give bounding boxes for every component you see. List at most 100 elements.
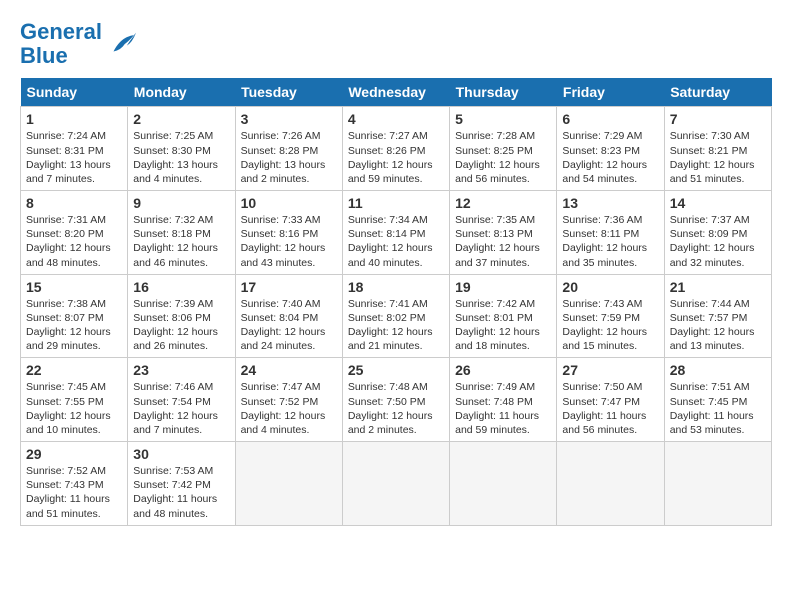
day-number: 21	[670, 279, 766, 295]
calendar-cell: 11 Sunrise: 7:34 AMSunset: 8:14 PMDaylig…	[342, 191, 449, 275]
calendar-cell: 12 Sunrise: 7:35 AMSunset: 8:13 PMDaylig…	[450, 191, 557, 275]
day-info: Sunrise: 7:52 AMSunset: 7:43 PMDaylight:…	[26, 464, 122, 521]
day-info: Sunrise: 7:27 AMSunset: 8:26 PMDaylight:…	[348, 129, 444, 186]
day-info: Sunrise: 7:24 AMSunset: 8:31 PMDaylight:…	[26, 129, 122, 186]
page-header: General Blue	[20, 20, 772, 68]
calendar-cell: 20 Sunrise: 7:43 AMSunset: 7:59 PMDaylig…	[557, 274, 664, 358]
calendar-header-row: SundayMondayTuesdayWednesdayThursdayFrid…	[21, 78, 772, 107]
calendar-cell: 8 Sunrise: 7:31 AMSunset: 8:20 PMDayligh…	[21, 191, 128, 275]
day-number: 26	[455, 362, 551, 378]
day-number: 25	[348, 362, 444, 378]
calendar-cell	[557, 442, 664, 526]
calendar-week-row: 15 Sunrise: 7:38 AMSunset: 8:07 PMDaylig…	[21, 274, 772, 358]
day-info: Sunrise: 7:33 AMSunset: 8:16 PMDaylight:…	[241, 213, 337, 270]
calendar-cell: 30 Sunrise: 7:53 AMSunset: 7:42 PMDaylig…	[128, 442, 235, 526]
calendar-cell: 23 Sunrise: 7:46 AMSunset: 7:54 PMDaylig…	[128, 358, 235, 442]
day-number: 19	[455, 279, 551, 295]
day-info: Sunrise: 7:43 AMSunset: 7:59 PMDaylight:…	[562, 297, 658, 354]
calendar-cell: 16 Sunrise: 7:39 AMSunset: 8:06 PMDaylig…	[128, 274, 235, 358]
day-info: Sunrise: 7:29 AMSunset: 8:23 PMDaylight:…	[562, 129, 658, 186]
calendar-week-row: 1 Sunrise: 7:24 AMSunset: 8:31 PMDayligh…	[21, 107, 772, 191]
day-info: Sunrise: 7:40 AMSunset: 8:04 PMDaylight:…	[241, 297, 337, 354]
calendar-cell: 24 Sunrise: 7:47 AMSunset: 7:52 PMDaylig…	[235, 358, 342, 442]
day-info: Sunrise: 7:51 AMSunset: 7:45 PMDaylight:…	[670, 380, 766, 437]
day-number: 30	[133, 446, 229, 462]
day-number: 8	[26, 195, 122, 211]
day-number: 28	[670, 362, 766, 378]
day-info: Sunrise: 7:30 AMSunset: 8:21 PMDaylight:…	[670, 129, 766, 186]
calendar-cell: 22 Sunrise: 7:45 AMSunset: 7:55 PMDaylig…	[21, 358, 128, 442]
day-info: Sunrise: 7:26 AMSunset: 8:28 PMDaylight:…	[241, 129, 337, 186]
calendar-week-row: 8 Sunrise: 7:31 AMSunset: 8:20 PMDayligh…	[21, 191, 772, 275]
day-number: 12	[455, 195, 551, 211]
calendar-week-row: 22 Sunrise: 7:45 AMSunset: 7:55 PMDaylig…	[21, 358, 772, 442]
calendar-cell: 9 Sunrise: 7:32 AMSunset: 8:18 PMDayligh…	[128, 191, 235, 275]
day-info: Sunrise: 7:44 AMSunset: 7:57 PMDaylight:…	[670, 297, 766, 354]
day-number: 6	[562, 111, 658, 127]
calendar-cell: 29 Sunrise: 7:52 AMSunset: 7:43 PMDaylig…	[21, 442, 128, 526]
day-info: Sunrise: 7:31 AMSunset: 8:20 PMDaylight:…	[26, 213, 122, 270]
calendar-cell: 7 Sunrise: 7:30 AMSunset: 8:21 PMDayligh…	[664, 107, 771, 191]
day-info: Sunrise: 7:41 AMSunset: 8:02 PMDaylight:…	[348, 297, 444, 354]
calendar-cell: 3 Sunrise: 7:26 AMSunset: 8:28 PMDayligh…	[235, 107, 342, 191]
day-number: 7	[670, 111, 766, 127]
calendar-table: SundayMondayTuesdayWednesdayThursdayFrid…	[20, 78, 772, 525]
calendar-cell	[342, 442, 449, 526]
col-header-thursday: Thursday	[450, 78, 557, 107]
day-info: Sunrise: 7:42 AMSunset: 8:01 PMDaylight:…	[455, 297, 551, 354]
day-info: Sunrise: 7:36 AMSunset: 8:11 PMDaylight:…	[562, 213, 658, 270]
calendar-cell: 21 Sunrise: 7:44 AMSunset: 7:57 PMDaylig…	[664, 274, 771, 358]
col-header-tuesday: Tuesday	[235, 78, 342, 107]
day-info: Sunrise: 7:45 AMSunset: 7:55 PMDaylight:…	[26, 380, 122, 437]
day-number: 18	[348, 279, 444, 295]
day-number: 17	[241, 279, 337, 295]
calendar-cell: 14 Sunrise: 7:37 AMSunset: 8:09 PMDaylig…	[664, 191, 771, 275]
day-number: 13	[562, 195, 658, 211]
day-info: Sunrise: 7:49 AMSunset: 7:48 PMDaylight:…	[455, 380, 551, 437]
calendar-cell	[664, 442, 771, 526]
day-number: 22	[26, 362, 122, 378]
day-info: Sunrise: 7:38 AMSunset: 8:07 PMDaylight:…	[26, 297, 122, 354]
day-number: 29	[26, 446, 122, 462]
calendar-cell: 28 Sunrise: 7:51 AMSunset: 7:45 PMDaylig…	[664, 358, 771, 442]
calendar-cell: 17 Sunrise: 7:40 AMSunset: 8:04 PMDaylig…	[235, 274, 342, 358]
calendar-cell	[450, 442, 557, 526]
calendar-cell: 26 Sunrise: 7:49 AMSunset: 7:48 PMDaylig…	[450, 358, 557, 442]
day-number: 23	[133, 362, 229, 378]
day-info: Sunrise: 7:48 AMSunset: 7:50 PMDaylight:…	[348, 380, 444, 437]
day-info: Sunrise: 7:50 AMSunset: 7:47 PMDaylight:…	[562, 380, 658, 437]
day-info: Sunrise: 7:53 AMSunset: 7:42 PMDaylight:…	[133, 464, 229, 521]
day-number: 15	[26, 279, 122, 295]
col-header-saturday: Saturday	[664, 78, 771, 107]
calendar-cell: 1 Sunrise: 7:24 AMSunset: 8:31 PMDayligh…	[21, 107, 128, 191]
day-info: Sunrise: 7:47 AMSunset: 7:52 PMDaylight:…	[241, 380, 337, 437]
day-number: 14	[670, 195, 766, 211]
day-info: Sunrise: 7:37 AMSunset: 8:09 PMDaylight:…	[670, 213, 766, 270]
day-info: Sunrise: 7:28 AMSunset: 8:25 PMDaylight:…	[455, 129, 551, 186]
col-header-monday: Monday	[128, 78, 235, 107]
day-info: Sunrise: 7:39 AMSunset: 8:06 PMDaylight:…	[133, 297, 229, 354]
calendar-cell: 10 Sunrise: 7:33 AMSunset: 8:16 PMDaylig…	[235, 191, 342, 275]
logo-blue: Blue	[20, 43, 68, 68]
day-info: Sunrise: 7:46 AMSunset: 7:54 PMDaylight:…	[133, 380, 229, 437]
day-number: 4	[348, 111, 444, 127]
day-number: 20	[562, 279, 658, 295]
calendar-cell: 18 Sunrise: 7:41 AMSunset: 8:02 PMDaylig…	[342, 274, 449, 358]
day-number: 3	[241, 111, 337, 127]
day-number: 16	[133, 279, 229, 295]
calendar-cell: 27 Sunrise: 7:50 AMSunset: 7:47 PMDaylig…	[557, 358, 664, 442]
calendar-cell: 6 Sunrise: 7:29 AMSunset: 8:23 PMDayligh…	[557, 107, 664, 191]
calendar-cell: 5 Sunrise: 7:28 AMSunset: 8:25 PMDayligh…	[450, 107, 557, 191]
day-number: 5	[455, 111, 551, 127]
day-info: Sunrise: 7:25 AMSunset: 8:30 PMDaylight:…	[133, 129, 229, 186]
day-number: 10	[241, 195, 337, 211]
logo: General Blue	[20, 20, 136, 68]
calendar-cell: 2 Sunrise: 7:25 AMSunset: 8:30 PMDayligh…	[128, 107, 235, 191]
calendar-week-row: 29 Sunrise: 7:52 AMSunset: 7:43 PMDaylig…	[21, 442, 772, 526]
logo-bird-icon	[106, 29, 136, 59]
day-number: 2	[133, 111, 229, 127]
calendar-cell	[235, 442, 342, 526]
col-header-friday: Friday	[557, 78, 664, 107]
logo-general: General	[20, 19, 102, 44]
day-info: Sunrise: 7:32 AMSunset: 8:18 PMDaylight:…	[133, 213, 229, 270]
